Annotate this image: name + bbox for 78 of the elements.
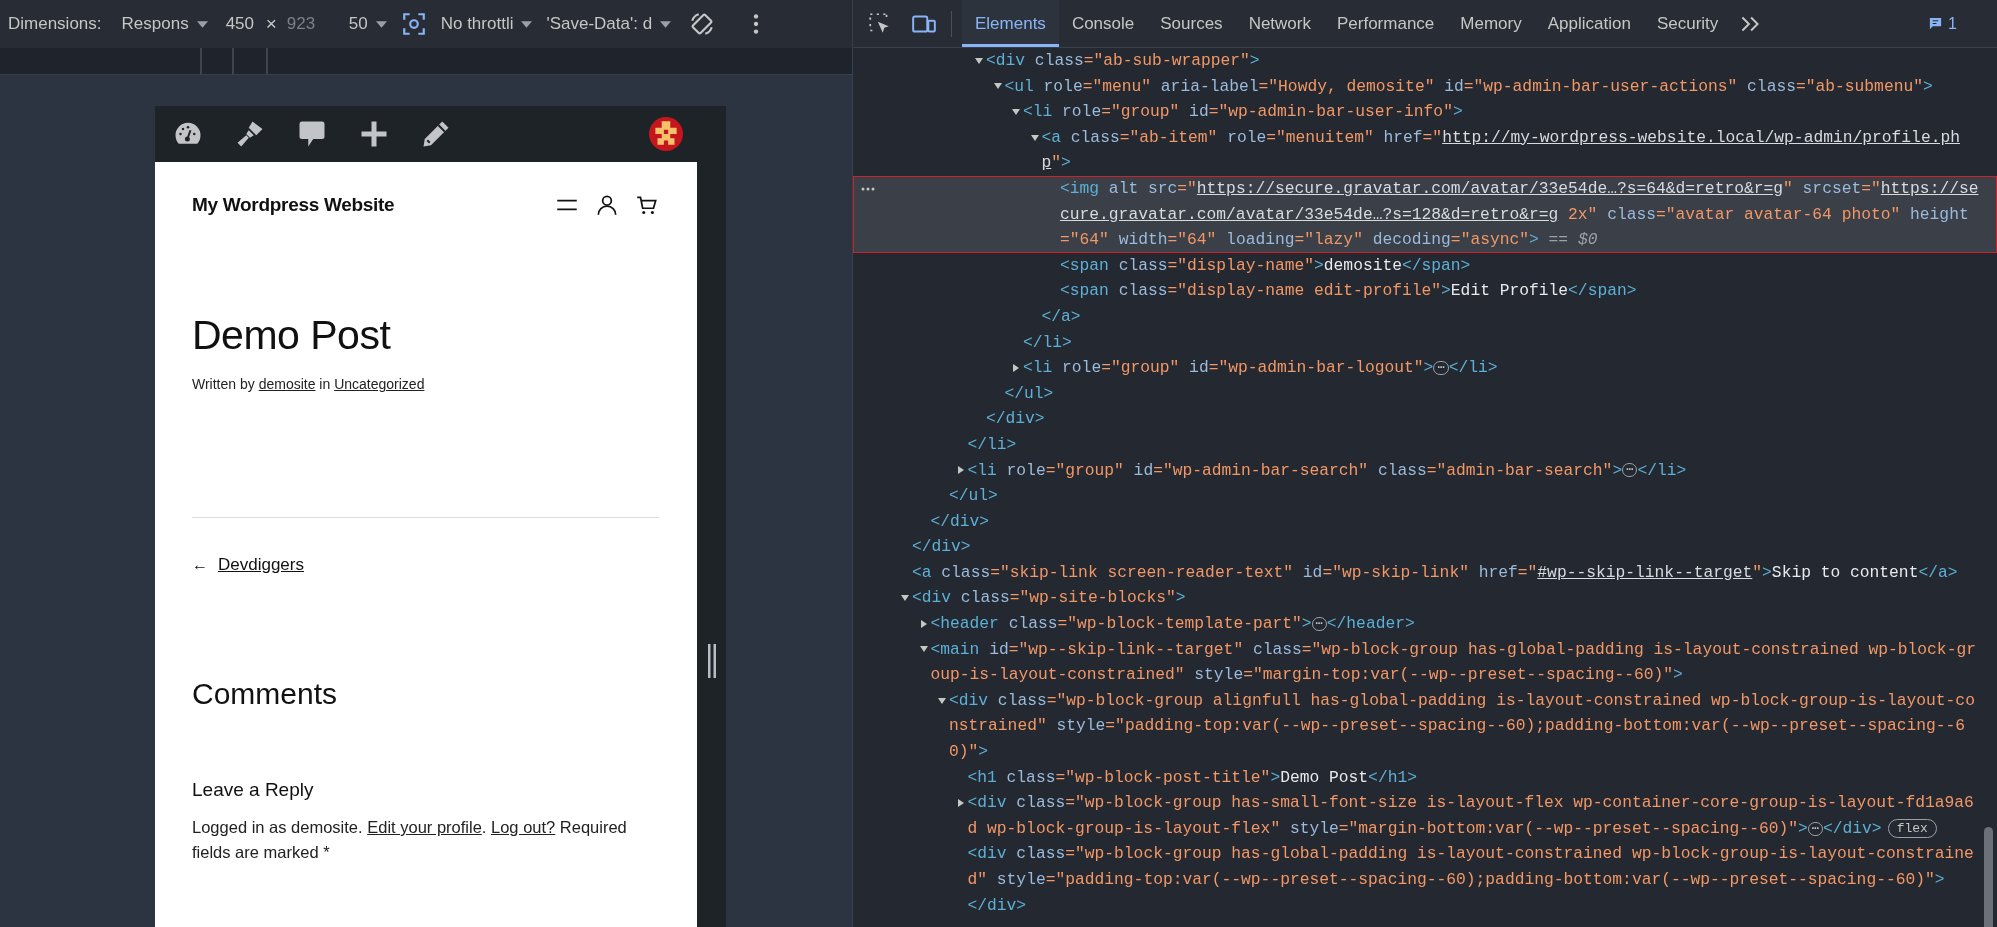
comment-bubble-icon[interactable]	[297, 119, 327, 149]
rotate-icon[interactable]	[689, 11, 716, 37]
code-line[interactable]: <div class="wp-block-group has-global-padding is-layout-constrained wp-block-group-is-layout-constrained" style="padding-top:var(--wp--preset--spacing--60);padding-bottom:var(--wp--preset--spacing--60)">	[967, 841, 1979, 893]
byline-link[interactable]: Uncategorized	[334, 376, 425, 393]
devtools-tab[interactable]: Application	[1534, 0, 1644, 47]
caret-icon	[660, 20, 672, 28]
dimensions-label: Dimensions:	[8, 14, 102, 34]
issues-button[interactable]: 1	[1922, 13, 1963, 34]
code-line[interactable]: </li>	[967, 431, 1979, 458]
previous-post-link[interactable]: Devdiggers	[218, 555, 304, 576]
comments-heading: Comments	[192, 677, 339, 712]
disclosure-triangle-icon[interactable]	[955, 465, 966, 476]
devtools-tab[interactable]: Console	[1058, 0, 1148, 47]
avatar-identicon-icon[interactable]	[649, 117, 683, 151]
code-line[interactable]: </li>	[1023, 329, 1979, 356]
code-line[interactable]: <img alt src="https://secure.gravatar.com/avatar/33e54de…?s=64&d=retro&r=g" srcset="https://secure.gravatar.com/avatar/33e54de…?s=128&d=retro&r=g 2x" class="avatar avatar-64 photo" height ="64" width="64" loading="lazy" decoding="async"> == $0	[1060, 175, 1979, 253]
zoom-dropdown[interactable]: 50	[348, 14, 387, 34]
caret-icon	[375, 20, 387, 28]
code-line[interactable]: <span class="display-name edit-profile">Edit Profile</span>	[1060, 278, 1979, 304]
code-line[interactable]: <div class="wp-block-group alignfull has-global-padding is-layout-constrained wp-block-group-is-layout-constrained" style="padding-top:var(--wp--preset--spacing--60);padding-bottom:var(--wp--preset--spacing--60)">	[949, 687, 1979, 765]
save-data-dropdown[interactable]: 'Save-Data': d	[546, 14, 672, 34]
code-line[interactable]: </div>	[967, 892, 1979, 919]
disclosure-triangle-icon[interactable]	[918, 618, 929, 629]
code-line[interactable]: <li role="group" id="wp-admin-bar-logout"> ⋯ </li>	[1023, 355, 1979, 381]
code-line[interactable]: <div class="ab-sub-wrapper">	[986, 48, 1979, 74]
code-line[interactable]: </ul>	[1004, 380, 1979, 407]
message-icon	[1928, 16, 1944, 31]
devtools-tab[interactable]: Elements	[962, 0, 1059, 47]
devtools-tab[interactable]: Security	[1643, 0, 1732, 47]
scrollbar-thumb[interactable]	[1984, 827, 1993, 927]
devtools-tab[interactable]: Performance	[1324, 0, 1448, 47]
disclosure-triangle-icon[interactable]	[955, 798, 966, 808]
post-byline: Written by demosite in Uncategorized	[192, 376, 426, 393]
code-line[interactable]: <li role="group" id="wp-admin-bar-search" class="admin-bar-search"> ⋯ </li>	[967, 457, 1979, 484]
throttling-dropdown[interactable]: No throttli	[440, 14, 533, 34]
plus-icon[interactable]	[359, 119, 389, 149]
resize-handle-icon[interactable]	[707, 644, 716, 678]
site-title[interactable]: My Wordpress Website	[192, 194, 395, 216]
disclosure-triangle-icon[interactable]	[1011, 362, 1021, 373]
devtools-tab[interactable]: Memory	[1447, 0, 1535, 47]
disclosure-triangle-icon[interactable]	[1011, 107, 1021, 117]
profile-link[interactable]: Log out?	[491, 818, 556, 837]
devtools-tab[interactable]: Network	[1235, 0, 1324, 47]
height-input[interactable]: 923	[286, 14, 327, 34]
caret-icon	[196, 20, 208, 28]
node-actions-icon[interactable]	[861, 186, 875, 191]
code-line[interactable]: <main id="wp--skip-link--target" class="wp-block-group has-global-padding is-layout-constrained wp-block-group-is-layout-constrained" style="margin-top:var(--wp--preset--spacing--60)">	[930, 636, 1979, 688]
code-line[interactable]: </div>	[930, 508, 1979, 535]
code-line[interactable]: </div>	[986, 406, 1979, 432]
code-line[interactable]: <header class="wp-block-template-part"> ⋯ </header>	[930, 611, 1979, 637]
disclosure-triangle-icon[interactable]	[937, 695, 947, 706]
code-line[interactable]: <div class="wp-site-blocks">	[912, 585, 1979, 612]
devtools-tab[interactable]: Sources	[1147, 0, 1236, 47]
back-arrow: ←	[192, 556, 208, 575]
code-line[interactable]: </ul>	[949, 483, 1979, 509]
code-line[interactable]: <div class="wp-block-group has-small-font-size is-layout-flex wp-container-core-group-is-layout-fd1a9a6d wp-block-group-is-layout-flex" style="margin-bottom:var(--wp--preset--spacing--60)"> ⋯ </div> flex	[967, 790, 1979, 842]
reply-heading: Leave a Reply	[192, 779, 315, 802]
logged-in-notice: Logged in as demosite. Edit your profile. Log out? Required fields are marked *	[192, 817, 628, 864]
code-line[interactable]: </div>	[912, 534, 1979, 560]
code-line[interactable]: <span class="display-name">demosite</span>	[1060, 252, 1979, 279]
caret-icon	[521, 20, 533, 28]
device-dropdown[interactable]: Respons	[121, 14, 208, 34]
code-line[interactable]: <ul role="menu" aria-label="Howdy, demosite" id="wp-admin-bar-user-actions" class="ab-submenu">	[1004, 73, 1979, 100]
code-line[interactable]: <a class="ab-item" role="menuitem" href="http://my-wordpress-website.local/wp-admin/profile.php">	[1041, 124, 1979, 176]
code-line[interactable]: </a>	[1041, 303, 1979, 330]
times-sign: ×	[265, 13, 277, 35]
profile-link[interactable]: Edit your profile	[367, 818, 482, 837]
pencil-icon[interactable]	[421, 119, 451, 149]
width-input[interactable]: 450	[225, 14, 266, 34]
byline-link[interactable]: demosite	[258, 376, 316, 393]
code-line[interactable]: <a class="skip-link screen-reader-text" id="wp-skip-link" href="#wp--skip-link--target">Skip to content</a>	[912, 559, 1979, 586]
post-title: Demo Post	[192, 313, 392, 359]
code-line[interactable]: <li role="group" id="wp-admin-bar-user-info">	[1023, 99, 1979, 125]
screenshot-icon[interactable]	[400, 11, 427, 37]
disclosure-triangle-icon[interactable]	[974, 55, 984, 66]
disclosure-triangle-icon[interactable]	[1029, 132, 1040, 143]
code-line[interactable]: <h1 class="wp-block-post-title">Demo Post</h1>	[967, 764, 1979, 791]
paintbrush-icon[interactable]	[235, 119, 265, 149]
